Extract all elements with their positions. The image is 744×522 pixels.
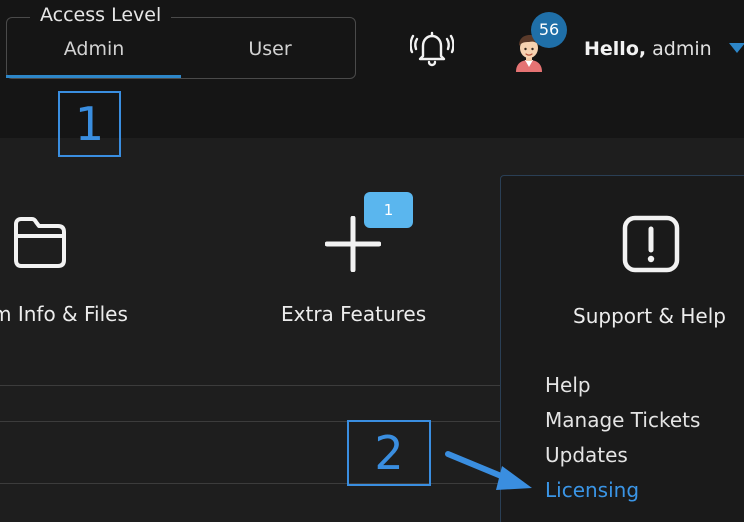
page: Access Level Admin User 56 Hello, admin … — [0, 0, 744, 522]
support-menu-manage-tickets[interactable]: Manage Tickets — [545, 406, 700, 434]
alert-square-icon[interactable] — [621, 214, 681, 274]
greeting-hello: Hello, — [584, 38, 647, 60]
step-marker-2: 2 — [347, 420, 431, 486]
divider — [0, 385, 500, 386]
support-menu-licensing[interactable]: Licensing — [545, 476, 639, 504]
bell-icon[interactable] — [410, 26, 454, 70]
step-marker-1: 1 — [58, 91, 121, 157]
extra-features-badge: 1 — [364, 192, 413, 228]
caret-down-icon[interactable] — [729, 43, 744, 53]
tile-extra-features-label[interactable]: Extra Features — [281, 300, 426, 328]
access-option-user[interactable]: User — [182, 36, 358, 62]
access-option-admin[interactable]: Admin — [6, 36, 182, 62]
tile-files-label[interactable]: m Info & Files — [0, 300, 128, 328]
user-greeting[interactable]: Hello, admin — [584, 36, 712, 62]
access-level-legend: Access Level — [30, 2, 172, 28]
notification-count-badge: 56 — [531, 12, 567, 48]
support-menu-help[interactable]: Help — [545, 371, 591, 399]
support-menu-updates[interactable]: Updates — [545, 441, 628, 469]
tile-support-help-label[interactable]: Support & Help — [573, 302, 726, 330]
greeting-username: admin — [652, 38, 712, 60]
access-selected-indicator — [6, 75, 181, 78]
folder-icon[interactable] — [8, 214, 70, 272]
arrow-icon — [445, 451, 532, 490]
